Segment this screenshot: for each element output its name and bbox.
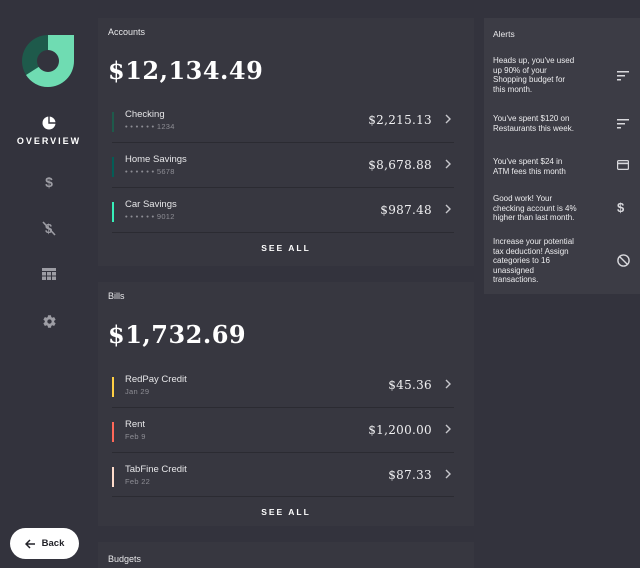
account-color-bar bbox=[112, 157, 114, 177]
account-row-checking[interactable]: Checking • • • • • • 1234 $2,215.13 bbox=[112, 106, 454, 151]
account-number: • • • • • • 1234 bbox=[125, 122, 175, 131]
nav-overview[interactable]: OVERVIEW bbox=[0, 116, 98, 146]
alerts-column: Alerts Heads up, you've used up 90% of y… bbox=[474, 0, 640, 568]
accounts-total: $12,134.49 bbox=[108, 56, 264, 85]
bills-total: $1,732.69 bbox=[108, 320, 247, 349]
dollar-icon: $ bbox=[617, 200, 625, 215]
arrow-back-icon bbox=[24, 538, 35, 549]
table-icon bbox=[42, 268, 56, 280]
nav-bills[interactable]: $ bbox=[0, 220, 98, 236]
credit-card-icon bbox=[617, 160, 629, 170]
bill-row-tabfine[interactable]: TabFine Credit Feb 22 $87.33 bbox=[112, 461, 454, 506]
bill-amount: $1,200.00 bbox=[368, 423, 432, 437]
accounts-title: Accounts bbox=[108, 27, 146, 37]
gear-icon bbox=[42, 315, 56, 328]
alert-item[interactable]: Good work! Your checking account is 4% h… bbox=[493, 194, 640, 228]
money-off-icon: $ bbox=[42, 221, 56, 236]
back-button-label: Back bbox=[41, 538, 65, 549]
bill-name: TabFine Credit bbox=[125, 464, 187, 475]
budgets-title: Budgets bbox=[108, 554, 142, 564]
account-color-bar bbox=[112, 202, 114, 222]
row-divider bbox=[112, 452, 454, 453]
pie-chart-icon bbox=[42, 116, 56, 130]
bill-amount: $87.33 bbox=[388, 468, 432, 482]
back-button[interactable]: Back bbox=[10, 528, 79, 559]
bill-name: RedPay Credit bbox=[125, 374, 187, 385]
account-name: Home Savings bbox=[125, 154, 187, 165]
account-amount: $987.48 bbox=[380, 203, 432, 217]
bill-due-date: Feb 9 bbox=[125, 432, 146, 441]
bill-row-rent[interactable]: Rent Feb 9 $1,200.00 bbox=[112, 416, 454, 461]
accounts-see-all-button[interactable]: SEE ALL bbox=[98, 243, 474, 253]
bill-row-redpay[interactable]: RedPay Credit Jan 29 $45.36 bbox=[112, 371, 454, 416]
bill-color-bar bbox=[112, 422, 114, 442]
alerts-title: Alerts bbox=[493, 29, 515, 39]
alert-text: Heads up, you've used up 90% of your Sho… bbox=[493, 56, 575, 94]
account-number: • • • • • • 5678 bbox=[125, 167, 175, 176]
row-divider bbox=[112, 496, 454, 497]
alert-text: You've spent $120 on Restaurants this we… bbox=[493, 114, 574, 133]
chevron-right-icon bbox=[445, 379, 451, 389]
not-interested-icon bbox=[617, 254, 630, 267]
chevron-right-icon bbox=[445, 159, 451, 169]
bill-amount: $45.36 bbox=[388, 378, 432, 392]
sort-icon bbox=[617, 119, 629, 129]
bill-name: Rent bbox=[125, 419, 146, 430]
dollar-icon: $ bbox=[45, 174, 53, 190]
budgets-panel bbox=[98, 542, 474, 568]
alert-text: Increase your potential tax deduction! A… bbox=[493, 237, 574, 284]
account-row-home-savings[interactable]: Home Savings • • • • • • 5678 $8,678.88 bbox=[112, 151, 454, 196]
alert-item[interactable]: Increase your potential tax deduction! A… bbox=[493, 237, 640, 285]
nav-budgets[interactable] bbox=[0, 268, 98, 280]
account-color-bar bbox=[112, 112, 114, 132]
account-row-car-savings[interactable]: Car Savings • • • • • • 9012 $987.48 bbox=[112, 196, 454, 241]
chevron-right-icon bbox=[445, 424, 451, 434]
bill-color-bar bbox=[112, 377, 114, 397]
row-divider bbox=[112, 187, 454, 188]
bills-see-all-button[interactable]: SEE ALL bbox=[98, 507, 474, 517]
side-navigation: OVERVIEW $ $ bbox=[0, 0, 98, 568]
bill-due-date: Jan 29 bbox=[125, 387, 150, 396]
bill-due-date: Feb 22 bbox=[125, 477, 151, 486]
main-content: Accounts $12,134.49 Checking • • • • • •… bbox=[98, 0, 474, 568]
chevron-right-icon bbox=[445, 114, 451, 124]
account-amount: $8,678.88 bbox=[368, 158, 432, 172]
row-divider bbox=[112, 407, 454, 408]
row-divider bbox=[112, 232, 454, 233]
chevron-right-icon bbox=[445, 469, 451, 479]
account-amount: $2,215.13 bbox=[368, 113, 432, 127]
nav-overview-label: OVERVIEW bbox=[16, 136, 82, 146]
chevron-right-icon bbox=[445, 204, 451, 214]
bill-color-bar bbox=[112, 467, 114, 487]
account-name: Car Savings bbox=[125, 199, 177, 210]
row-divider bbox=[112, 142, 454, 143]
alert-item[interactable]: You've spent $24 in ATM fees this month bbox=[493, 157, 640, 181]
app-logo bbox=[22, 35, 74, 88]
nav-accounts[interactable]: $ bbox=[0, 174, 98, 190]
alert-text: You've spent $24 in ATM fees this month bbox=[493, 157, 566, 176]
account-number: • • • • • • 9012 bbox=[125, 212, 175, 221]
alert-item[interactable]: You've spent $120 on Restaurants this we… bbox=[493, 114, 640, 138]
nav-settings[interactable] bbox=[0, 314, 98, 329]
account-name: Checking bbox=[125, 109, 165, 120]
alert-text: Good work! Your checking account is 4% h… bbox=[493, 194, 577, 222]
alert-item[interactable]: Heads up, you've used up 90% of your Sho… bbox=[493, 56, 640, 98]
bills-title: Bills bbox=[108, 291, 125, 301]
sort-icon bbox=[617, 71, 629, 81]
